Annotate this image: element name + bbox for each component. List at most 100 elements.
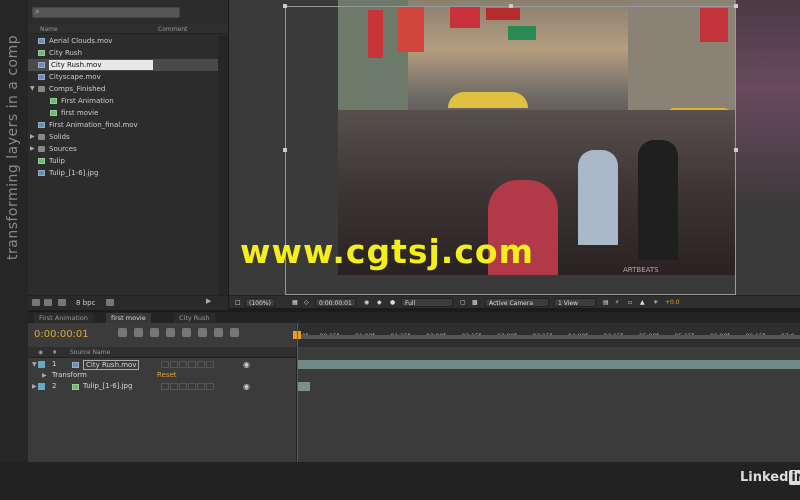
channel-icon[interactable]: ● [387, 298, 398, 307]
transform-reset-link[interactable]: Reset [157, 370, 177, 381]
project-item-label: Sources [49, 145, 77, 153]
layer-handle[interactable] [734, 4, 738, 8]
footage-icon [38, 170, 45, 176]
exposure-value[interactable]: +0.0 [665, 299, 680, 306]
resolution-dropdown[interactable]: Full [401, 298, 453, 307]
view-layout-dropdown[interactable]: 1 View [554, 298, 596, 307]
fast-previews-icon[interactable]: ⚡ [612, 298, 622, 307]
layer-handle[interactable] [509, 4, 513, 8]
layer-1-duration-bar[interactable] [298, 360, 800, 369]
graph-editor-icon[interactable] [230, 328, 239, 337]
project-item[interactable]: First Animation_final.mov [28, 119, 218, 131]
layer-2-duration-bar[interactable] [298, 382, 310, 391]
toggle-pixel-icon[interactable]: ▤ [600, 298, 612, 307]
project-item[interactable]: ▶ Solids [28, 131, 218, 143]
column-name[interactable]: Name [40, 26, 58, 33]
project-item[interactable]: Tulip_[1-6].jpg [28, 167, 218, 179]
layer-label-swatch[interactable] [38, 383, 45, 390]
layer-number: 1 [52, 360, 57, 368]
layer-column-header: ◉ ♦ Source Name [28, 347, 296, 358]
grid-icon[interactable]: ▦ [289, 298, 301, 307]
layer-handle[interactable] [283, 4, 287, 8]
comp-mini-flowchart-icon[interactable] [118, 328, 127, 337]
tab-first-animation[interactable]: First Animation [34, 313, 93, 323]
viewer-toolbar: □ (100%) ▦ ◇ 0:00:00:01 ◉ ◆ ● Full ▢ ▩ A… [229, 295, 800, 308]
project-item[interactable]: Tulip [28, 155, 218, 167]
work-area-bar[interactable] [296, 335, 800, 339]
folder-icon [38, 134, 45, 140]
source-name-column[interactable]: Source Name [70, 349, 110, 356]
flowchart-icon[interactable]: ▲ [637, 298, 648, 307]
project-item[interactable]: City Rush.mov [28, 59, 218, 71]
folder-toggle-icon[interactable]: ▶ [30, 143, 35, 155]
expand-triangle-icon[interactable]: ▶ [32, 381, 37, 392]
visibility-eye-icon[interactable]: ◉ [243, 359, 250, 370]
frame-blending-icon[interactable] [166, 328, 175, 337]
project-item-label: Aerial Clouds.mov [49, 37, 113, 45]
project-item[interactable]: ▶ Sources [28, 143, 218, 155]
visibility-eye-icon[interactable]: ◉ [243, 381, 250, 392]
new-folder-icon[interactable] [44, 299, 52, 306]
layer-name[interactable]: Tulip_[1-6].jpg [83, 381, 132, 392]
timeline-current-time[interactable]: 0:00:00:01 [34, 329, 89, 340]
trash-icon[interactable] [106, 299, 114, 306]
exposure-icon[interactable]: ☀ [650, 298, 661, 307]
comp-icon [50, 110, 57, 116]
column-comment[interactable]: Comment [158, 26, 187, 33]
layer-row-2[interactable]: ▶ 2 Tulip_[1-6].jpg ◉ [28, 381, 296, 392]
project-item[interactable]: Cityscape.mov [28, 71, 218, 83]
comp-icon [50, 98, 57, 104]
new-comp-icon[interactable] [58, 299, 66, 306]
expand-triangle-icon[interactable]: ▶ [42, 370, 47, 381]
project-search-input[interactable]: ⌕ [32, 7, 180, 18]
layer-name[interactable]: City Rush.mov [83, 360, 140, 370]
layer-switches[interactable] [161, 383, 215, 394]
transparency-grid-icon[interactable]: ▩ [469, 298, 481, 307]
project-item[interactable]: ▼ Comps_Finished [28, 83, 218, 95]
show-snapshot-icon[interactable]: ◆ [374, 298, 385, 307]
project-panel: ⌕ Name Comment Aerial Clouds.mov City Rus… [28, 0, 228, 310]
transform-group-row[interactable]: ▶ Transform Reset [28, 370, 296, 381]
folder-toggle-icon[interactable]: ▼ [30, 83, 35, 95]
project-item[interactable]: First Animation [28, 95, 218, 107]
project-item-label: City Rush [49, 49, 83, 57]
snapshot-icon[interactable]: ◉ [361, 298, 372, 307]
project-item-label: Comps_Finished [49, 85, 106, 93]
region-of-interest-icon[interactable]: ▢ [457, 298, 469, 307]
always-preview-icon[interactable]: □ [232, 298, 244, 307]
timeline-icon[interactable]: ▫ [625, 298, 635, 307]
comp-icon [38, 50, 45, 56]
layer-handle[interactable] [283, 148, 287, 152]
tab-city-rush[interactable]: City Rush [174, 313, 215, 323]
mask-icon[interactable]: ◇ [301, 298, 312, 307]
shy-layers-icon[interactable] [150, 328, 159, 337]
expand-triangle-icon[interactable]: ▼ [32, 359, 37, 370]
layer-label-swatch[interactable] [38, 361, 45, 368]
camera-dropdown[interactable]: Active Camera [485, 298, 549, 307]
project-footer: 8 bpc ▶ [28, 295, 228, 309]
draft-3d-icon[interactable] [134, 328, 143, 337]
auto-keyframe-icon[interactable] [214, 328, 223, 337]
site-watermark: www.cgtsj.com [240, 232, 534, 271]
current-time-display[interactable]: 0:00:00:01 [315, 298, 356, 307]
layer-handle[interactable] [734, 148, 738, 152]
project-item-label: Tulip_[1-6].jpg [49, 169, 99, 177]
folder-toggle-icon[interactable]: ▶ [30, 131, 35, 143]
footage-sequence-icon [72, 384, 79, 390]
transform-label[interactable]: Transform [52, 370, 87, 381]
layer-row-1[interactable]: ▼ 1 City Rush.mov ◉ [28, 359, 296, 370]
project-item[interactable]: Aerial Clouds.mov [28, 35, 218, 47]
current-time-indicator-line[interactable] [297, 323, 298, 462]
project-scrollbar[interactable] [218, 35, 228, 295]
tab-first-movie[interactable]: first movie [106, 313, 151, 323]
scroll-right-icon[interactable]: ▶ [206, 297, 214, 305]
interpret-footage-icon[interactable] [32, 299, 40, 306]
project-item[interactable]: first movie [28, 107, 218, 119]
project-item[interactable]: City Rush [28, 47, 218, 59]
motion-blur-icon[interactable] [182, 328, 191, 337]
magnification-dropdown[interactable]: (100%) [245, 298, 275, 307]
brainstorm-icon[interactable] [198, 328, 207, 337]
photo-watermark: ARTBEATS [623, 266, 659, 274]
bit-depth-button[interactable]: 8 bpc [76, 299, 95, 307]
folder-icon [38, 86, 45, 92]
